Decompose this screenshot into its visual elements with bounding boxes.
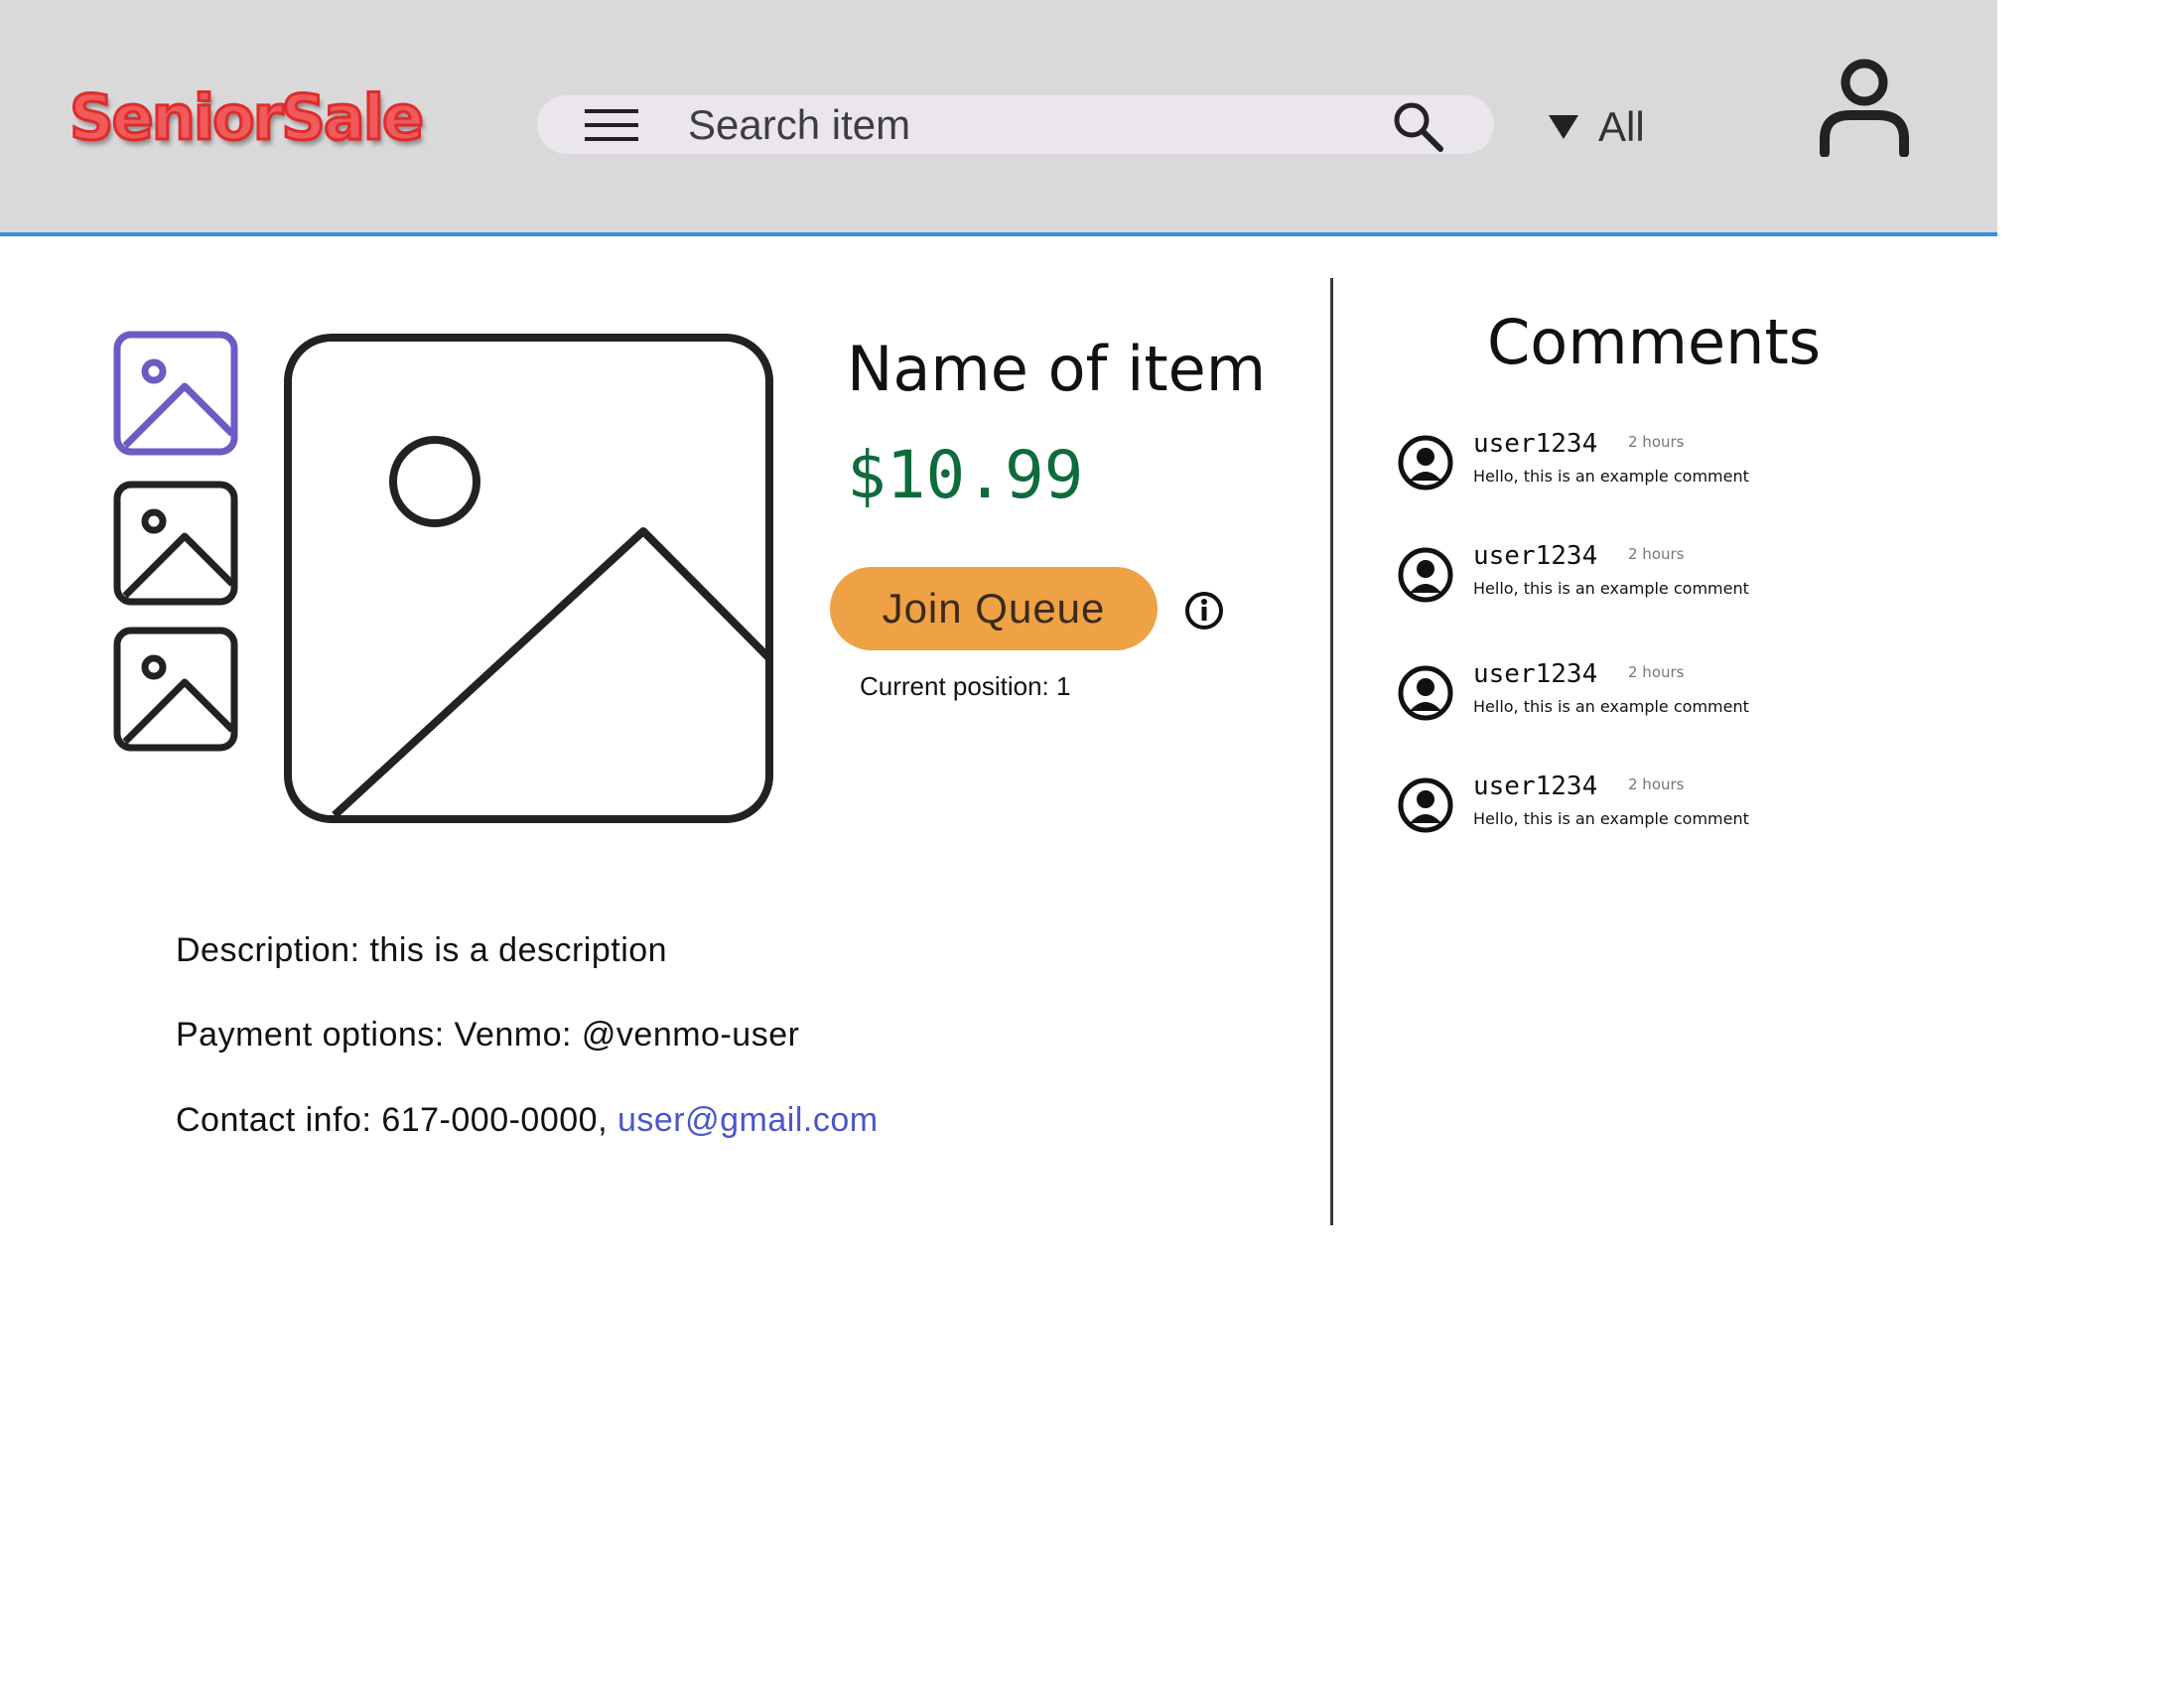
user-profile-icon[interactable] [1817, 58, 1912, 157]
search-input[interactable] [686, 101, 1385, 149]
user-avatar-icon [1398, 777, 1453, 833]
main-item-image [284, 334, 773, 823]
caret-down-icon [1549, 115, 1578, 139]
top-header: SeniorSale All [0, 0, 1997, 236]
comment-text: Hello, this is an example comment [1473, 697, 1749, 716]
contact-email-link[interactable]: user@gmail.com [617, 1101, 879, 1139]
join-queue-button[interactable]: Join Queue [830, 567, 1158, 650]
comment-timestamp: 2 hours [1628, 663, 1685, 681]
payment-options: Payment options: Venmo: @venmo-user [176, 1016, 800, 1054]
user-avatar-icon [1398, 547, 1453, 603]
hamburger-menu-icon[interactable] [585, 107, 638, 143]
item-name: Name of item [847, 333, 1267, 405]
comment-username[interactable]: user1234 [1473, 541, 1597, 571]
senior-sale-logo[interactable]: SeniorSale [68, 80, 425, 156]
comment-item: user1234 2 hours Hello, this is an examp… [1398, 659, 1954, 723]
comment-username[interactable]: user1234 [1473, 429, 1597, 459]
thumbnail-1-selected[interactable] [113, 331, 238, 456]
item-price: $10.99 [847, 437, 1084, 513]
comments-title: Comments [1487, 306, 1822, 378]
search-bar [537, 95, 1494, 154]
comment-text: Hello, this is an example comment [1473, 809, 1749, 828]
comment-item: user1234 2 hours Hello, this is an examp… [1398, 429, 1954, 492]
contact-info: Contact info: 617-000-0000, user@gmail.c… [176, 1101, 879, 1140]
comment-text: Hello, this is an example comment [1473, 467, 1749, 486]
comment-username[interactable]: user1234 [1473, 772, 1597, 801]
comment-username[interactable]: user1234 [1473, 659, 1597, 689]
comment-timestamp: 2 hours [1628, 775, 1685, 793]
thumbnail-3[interactable] [113, 627, 238, 752]
filter-label: All [1598, 103, 1645, 150]
info-icon[interactable] [1183, 590, 1225, 632]
vertical-divider [1330, 278, 1333, 1225]
thumbnail-2[interactable] [113, 481, 238, 606]
item-description: Description: this is a description [176, 931, 668, 969]
comment-timestamp: 2 hours [1628, 545, 1685, 563]
queue-position: Current position: 1 [860, 671, 1071, 701]
user-avatar-icon [1398, 665, 1453, 721]
contact-info-text: Contact info: 617-000-0000, [176, 1101, 617, 1139]
comment-text: Hello, this is an example comment [1473, 579, 1749, 598]
search-icon[interactable] [1391, 99, 1444, 153]
user-avatar-icon [1398, 435, 1453, 491]
comment-item: user1234 2 hours Hello, this is an examp… [1398, 772, 1954, 835]
comment-item: user1234 2 hours Hello, this is an examp… [1398, 541, 1954, 605]
category-filter-dropdown[interactable]: All [1549, 99, 1645, 155]
comment-timestamp: 2 hours [1628, 433, 1685, 451]
